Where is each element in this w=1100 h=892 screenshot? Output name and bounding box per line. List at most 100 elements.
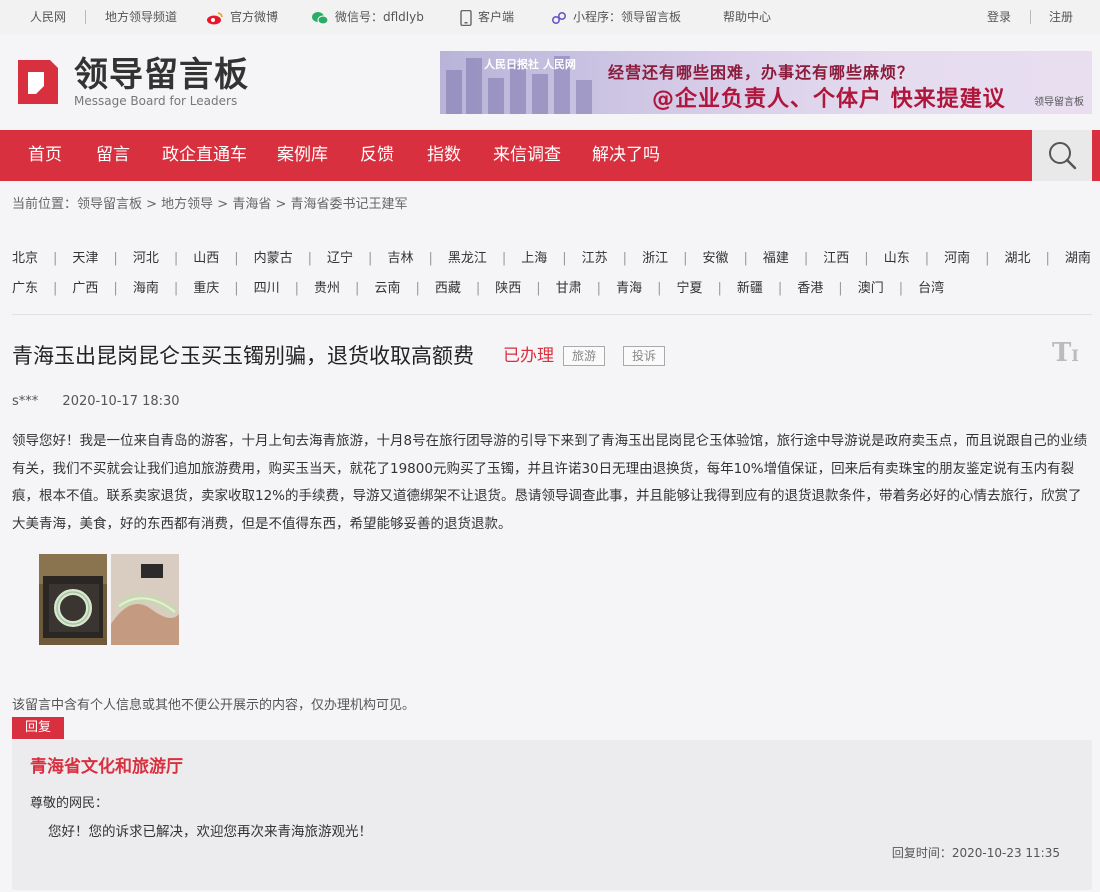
province-link[interactable]: 河北 [133, 247, 159, 266]
reply-box: 青海省文化和旅游厅 尊敬的网民： 您好！您的诉求已解决，欢迎您再次来青海旅游观光… [12, 740, 1092, 890]
province-link[interactable]: 湖北 [1005, 247, 1031, 266]
nav-survey[interactable]: 来信调查 [493, 130, 561, 181]
banner-logo: 人民日报社 人民网 [484, 58, 576, 71]
province-link[interactable]: 重庆 [193, 277, 219, 296]
separator: | [803, 251, 809, 266]
province-link[interactable]: 四川 [254, 277, 280, 296]
province-link[interactable]: 贵州 [314, 277, 340, 296]
separator: | [355, 281, 360, 296]
wechat-link[interactable]: 微信号：dfldlyb [311, 0, 424, 34]
wechat-label: 微信号：dfldlyb [335, 10, 424, 24]
main-nav: 首页 留言 政企直通车 案例库 反馈 指数 来信调查 解决了吗 [0, 130, 1100, 181]
separator: | [924, 251, 930, 266]
province-link[interactable]: 上海 [521, 247, 547, 266]
login-link[interactable]: 登录 [987, 0, 1011, 34]
help-link[interactable]: 帮助中心 [723, 0, 771, 34]
search-button[interactable] [1032, 130, 1092, 181]
province-link[interactable]: 浙江 [642, 247, 668, 266]
client-link[interactable]: 客户端 [460, 0, 514, 34]
separator: | [415, 281, 420, 296]
province-link[interactable]: 海南 [133, 277, 159, 296]
logo-title[interactable]: 领导留言板 [74, 56, 249, 94]
province-link[interactable]: 广东 [12, 277, 38, 296]
province-link[interactable]: 台湾 [918, 277, 944, 296]
separator: | [596, 281, 602, 296]
channel-link[interactable]: 地方领导频道 [105, 0, 177, 34]
register-link[interactable]: 注册 [1049, 0, 1073, 34]
separator: | [562, 251, 567, 266]
separator: | [838, 281, 843, 296]
banner-slogan: @企业负责人、个体户 快来提建议 [652, 87, 1006, 112]
separator: | [234, 251, 239, 266]
separator: | [307, 251, 313, 266]
separator: | [985, 251, 990, 266]
wechat-icon [312, 11, 329, 24]
province-link[interactable]: 黑龙江 [448, 247, 487, 266]
site-header: 领导留言板 Message Board for Leaders 人民日报社 人民… [0, 34, 1100, 130]
province-link[interactable]: 甘肃 [556, 277, 582, 296]
province-link[interactable]: 吉林 [387, 247, 413, 266]
tag-tourism[interactable]: 旅游 [563, 346, 606, 366]
province-link[interactable]: 山东 [884, 247, 910, 266]
photo-thumbnail[interactable] [111, 554, 179, 645]
nav-resolved[interactable]: 解决了吗 [592, 130, 660, 181]
divider [12, 314, 1092, 315]
province-link[interactable]: 天津 [72, 247, 98, 266]
phone-icon [460, 9, 472, 26]
separator: | [683, 251, 688, 266]
province-link[interactable]: 澳门 [858, 277, 884, 296]
province-link[interactable]: 北京 [12, 247, 38, 266]
province-link[interactable]: 辽宁 [327, 247, 353, 266]
top-bar: 人民网 地方领导频道 官方微博 微信号：dfldlyb 客户端 小程序：领导留言… [0, 0, 1100, 34]
miniprogram-link[interactable]: 小程序：领导留言板 [551, 0, 681, 34]
author: s*** [12, 394, 39, 409]
separator: | [173, 281, 179, 296]
reply-department: 青海省文化和旅游厅 [30, 757, 183, 777]
logo-subtitle: Message Board for Leaders [74, 94, 238, 108]
province-link[interactable]: 江西 [823, 247, 849, 266]
province-link[interactable]: 香港 [797, 277, 823, 296]
reply-time: 回复时间：2020-10-23 11:35 [891, 846, 1060, 860]
nav-feedback[interactable]: 反馈 [360, 130, 394, 181]
separator: | [53, 251, 58, 266]
nav-home[interactable]: 首页 [28, 130, 62, 181]
separator: | [475, 281, 481, 296]
province-link[interactable]: 广西 [72, 277, 98, 296]
province-link[interactable]: 安徽 [702, 247, 728, 266]
province-link[interactable]: 青海 [616, 277, 642, 296]
weibo-link[interactable]: 官方微博 [206, 0, 278, 34]
breadcrumb[interactable]: 当前位置：领导留言板 > 地方领导 > 青海省 > 青海省委书记王建军 [12, 193, 407, 212]
province-link[interactable]: 山西 [193, 247, 219, 266]
province-link[interactable]: 宁夏 [676, 277, 702, 296]
separator: | [864, 251, 869, 266]
province-link[interactable]: 江苏 [582, 247, 608, 266]
tag-complaint[interactable]: 投诉 [623, 346, 666, 366]
province-link[interactable]: 陕西 [495, 277, 521, 296]
province-link[interactable]: 湖南 [1065, 247, 1091, 266]
message-title: 青海玉出昆岗昆仑玉买玉镯别骗，退货收取高额费 [12, 344, 474, 368]
weibo-icon [207, 11, 223, 24]
jade-box-image [39, 554, 107, 645]
search-icon [1049, 142, 1077, 170]
province-link[interactable]: 河南 [944, 247, 970, 266]
province-link[interactable]: 云南 [374, 277, 400, 296]
font-size-icon[interactable]: TI [1052, 338, 1079, 368]
people-link[interactable]: 人民网 [30, 0, 66, 34]
nav-index[interactable]: 指数 [427, 130, 461, 181]
reply-body: 您好！您的诉求已解决，欢迎您再次来青海旅游观光！ [48, 824, 372, 840]
message-content: 领导您好！我是一位来自青岛的游客，十月上旬去海青旅游，十月8号在旅行团导游的引导… [12, 433, 1088, 532]
nav-enterprise[interactable]: 政企直通车 [162, 130, 247, 181]
province-link[interactable]: 福建 [763, 247, 789, 266]
nav-cases[interactable]: 案例库 [277, 130, 328, 181]
separator: | [113, 281, 118, 296]
nav-messages[interactable]: 留言 [96, 130, 130, 181]
photo-thumbnail[interactable] [39, 554, 107, 645]
province-link[interactable]: 西藏 [435, 277, 461, 296]
province-link[interactable]: 新疆 [737, 277, 763, 296]
message-meta: s*** 2020-10-17 18:30 [12, 394, 180, 409]
separator: | [173, 251, 179, 266]
promo-banner[interactable]: 人民日报社 人民网 经营还有哪些困难，办事还有哪些麻烦？ @企业负责人、个体户 … [440, 51, 1092, 114]
separator: | [368, 251, 373, 266]
logo-icon[interactable] [14, 56, 62, 108]
province-link[interactable]: 内蒙古 [254, 247, 293, 266]
